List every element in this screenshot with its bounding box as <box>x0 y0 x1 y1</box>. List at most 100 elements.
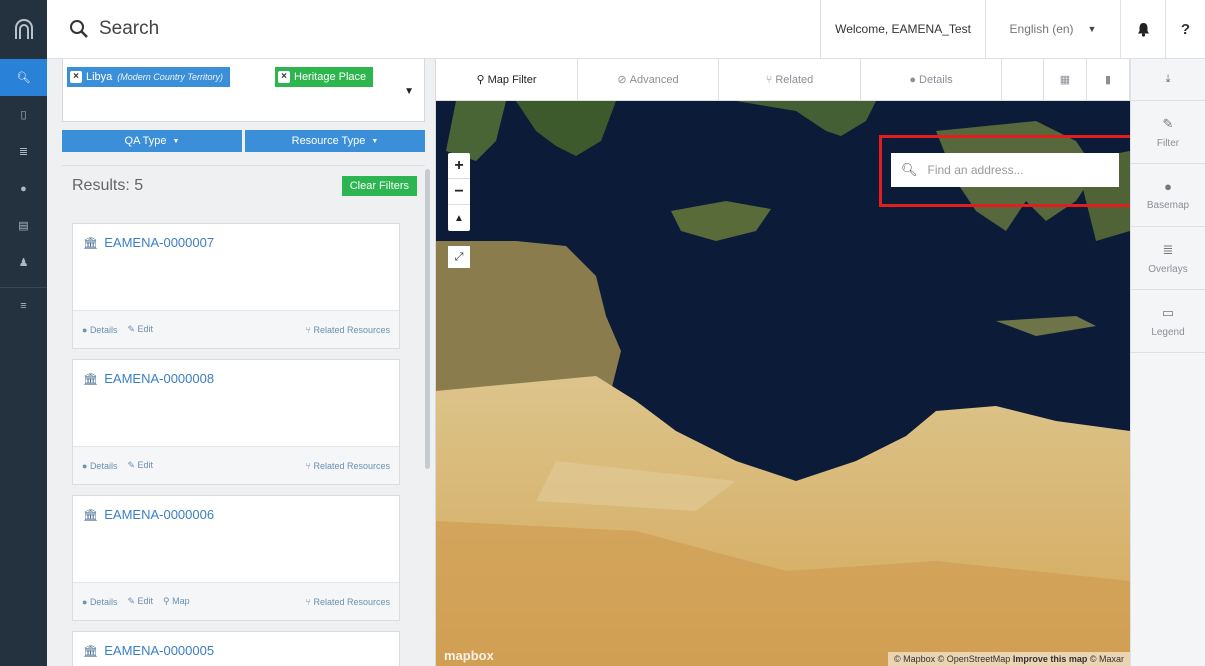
language-label: English (en) <box>1009 22 1074 36</box>
tab-details[interactable]: ● Details <box>861 59 1002 100</box>
related-resources-link[interactable]: ⑂ Related Resources <box>306 325 390 335</box>
edit-label: Edit <box>137 324 154 334</box>
map-panel: ⚲ Map Filter ⊘ Advanced ⑂ Related ● Deta… <box>436 59 1130 666</box>
result-actions: ● Details ✎ Edit ⑂ Related Resources <box>73 446 399 484</box>
download-button[interactable]: ⤓ <box>1131 59 1205 101</box>
calendar-icon: ▦ <box>1059 74 1071 86</box>
result-id: EAMENA-0000006 <box>104 507 215 522</box>
notifications-button[interactable] <box>1120 0 1165 58</box>
rail-globe[interactable]: ● <box>0 170 47 207</box>
tab-map-filter[interactable]: ⚲ Map Filter <box>436 59 578 100</box>
tool-label: Filter <box>1156 137 1180 149</box>
details-link[interactable]: ● Details <box>82 461 117 471</box>
related-resources-link[interactable]: ⑂ Related Resources <box>306 597 390 607</box>
tab-related[interactable]: ⑂ Related <box>719 59 861 100</box>
improve-map-link[interactable]: Improve this map <box>1013 654 1088 664</box>
filter-dropdowns: QA Type ▼ Resource Type ▼ <box>62 130 425 152</box>
resource-type-dropdown[interactable]: Resource Type ▼ <box>245 130 425 152</box>
attribution-mapbox[interactable]: © Mapbox <box>894 654 935 664</box>
map-link[interactable]: ⚲ Map <box>163 596 190 607</box>
search-icon: 🔍︎ <box>16 72 31 84</box>
dropdown-label: Resource Type <box>291 135 366 147</box>
mapbox-logo[interactable]: mapbox <box>444 648 494 663</box>
filter-tag-libya[interactable]: × Libya (Modern Country Territory) <box>67 67 230 87</box>
fullscreen-button[interactable]: ⤢ <box>448 246 470 268</box>
tab-label: Advanced <box>629 73 679 86</box>
global-search[interactable]: Search <box>47 0 820 58</box>
app-rail: 🔍︎ ▯ ≣ ● ▤ ♟ ≡ <box>0 0 47 666</box>
help-button[interactable]: ? <box>1165 0 1205 58</box>
dropdown-label: QA Type <box>124 135 167 147</box>
question-icon: ? <box>1180 20 1191 38</box>
heritage-place-icon: 🏛︎ <box>83 643 99 658</box>
tab-advanced[interactable]: ⊘ Advanced <box>578 59 719 100</box>
details-link[interactable]: ● Details <box>82 325 117 335</box>
remove-tag-icon[interactable]: × <box>70 71 82 83</box>
result-title[interactable]: 🏛︎ EAMENA-0000005 <box>83 643 214 658</box>
details-label: Details <box>89 460 118 471</box>
qa-type-dropdown[interactable]: QA Type ▼ <box>62 130 242 152</box>
compass-button[interactable]: ▲ <box>448 205 470 231</box>
search-icon <box>70 20 88 38</box>
tool-overlays[interactable]: ≣ Overlays <box>1131 227 1205 290</box>
zoom-out-button[interactable]: − <box>448 179 470 205</box>
tool-filter[interactable]: ✎ Filter <box>1131 101 1205 164</box>
rail-edit[interactable]: ≡ <box>0 287 47 324</box>
tool-label: Overlays <box>1148 263 1188 275</box>
result-card[interactable]: 🏛︎ EAMENA-0000006 ● Details ✎ Edit ⚲ Map… <box>72 495 400 621</box>
rail-resources[interactable]: ▯ <box>0 96 47 133</box>
zoom-controls: + − ▲ <box>448 153 470 231</box>
rail-book[interactable]: ▤ <box>0 207 47 244</box>
result-title[interactable]: 🏛︎ EAMENA-0000007 <box>83 235 214 250</box>
search-label: Search <box>99 18 160 39</box>
results-header: Results: 5 Clear Filters <box>62 165 425 205</box>
details-link[interactable]: ● Details <box>82 597 117 607</box>
arches-logo-icon <box>14 18 33 39</box>
result-title[interactable]: 🏛︎ EAMENA-0000008 <box>83 371 214 386</box>
calendar-button[interactable]: ▦ <box>1044 59 1087 100</box>
rail-list[interactable]: ≣ <box>0 133 47 170</box>
tool-basemap[interactable]: ● Basemap <box>1131 164 1205 227</box>
tab-label: Related <box>775 73 814 86</box>
filter-tag-heritage-place[interactable]: × Heritage Place <box>275 67 374 87</box>
app-logo[interactable] <box>0 0 47 59</box>
tool-legend[interactable]: ▭ Legend <box>1131 290 1205 353</box>
result-id: EAMENA-0000005 <box>104 643 215 658</box>
edit-label: Edit <box>137 460 154 470</box>
result-card[interactable]: 🏛︎ EAMENA-0000005 <box>72 631 400 666</box>
bookmark-button[interactable]: ▮ <box>1087 59 1130 100</box>
edit-label: Edit <box>137 596 154 606</box>
map-canvas[interactable]: + − ▲ ⤢ 🔍︎ Find an address... mapbox © M… <box>436 101 1130 666</box>
welcome-user[interactable]: Welcome, EAMENA_Test <box>820 0 985 58</box>
rail-search[interactable]: 🔍︎ <box>0 59 47 96</box>
tab-blank[interactable] <box>1002 59 1044 100</box>
edit-link[interactable]: ✎ Edit <box>127 596 153 607</box>
results-scrollbar[interactable] <box>425 169 430 469</box>
details-label: Details <box>89 324 118 335</box>
compass-icon: ▲ <box>454 212 464 224</box>
related-resources-link[interactable]: ⑂ Related Resources <box>306 461 390 471</box>
result-card[interactable]: 🏛︎ EAMENA-0000007 ● Details ✎ Edit ⑂ Rel… <box>72 223 400 349</box>
rail-user[interactable]: ♟ <box>0 244 47 281</box>
clear-filters-button[interactable]: Clear Filters <box>341 175 417 196</box>
attribution-osm[interactable]: © OpenStreetMap <box>938 654 1011 664</box>
heritage-place-icon: 🏛︎ <box>83 235 99 250</box>
attribution-maxar[interactable]: © Maxar <box>1090 654 1124 664</box>
caret-down-icon[interactable]: ▼ <box>404 86 414 97</box>
tab-label: Map Filter <box>487 73 537 86</box>
language-select[interactable]: English (en) ▼ <box>985 0 1120 58</box>
edit-link[interactable]: ✎ Edit <box>127 324 153 335</box>
tool-label: Legend <box>1151 326 1185 338</box>
zoom-in-button[interactable]: + <box>448 153 470 179</box>
download-icon: ⤓ <box>1165 73 1171 85</box>
edit-list-icon: ≡ <box>20 300 27 312</box>
result-title[interactable]: 🏛︎ EAMENA-0000006 <box>83 507 214 522</box>
remove-tag-icon[interactable]: × <box>278 71 290 83</box>
tab-label: Details <box>919 73 953 86</box>
details-label: Details <box>89 596 118 607</box>
filter-tag-box[interactable]: × Libya (Modern Country Territory) × Her… <box>62 59 425 122</box>
heritage-place-icon: 🏛︎ <box>83 507 99 522</box>
result-card[interactable]: 🏛︎ EAMENA-0000008 ● Details ✎ Edit ⑂ Rel… <box>72 359 400 485</box>
edit-link[interactable]: ✎ Edit <box>127 460 153 471</box>
result-actions: ● Details ✎ Edit ⚲ Map ⑂ Related Resourc… <box>73 582 399 620</box>
